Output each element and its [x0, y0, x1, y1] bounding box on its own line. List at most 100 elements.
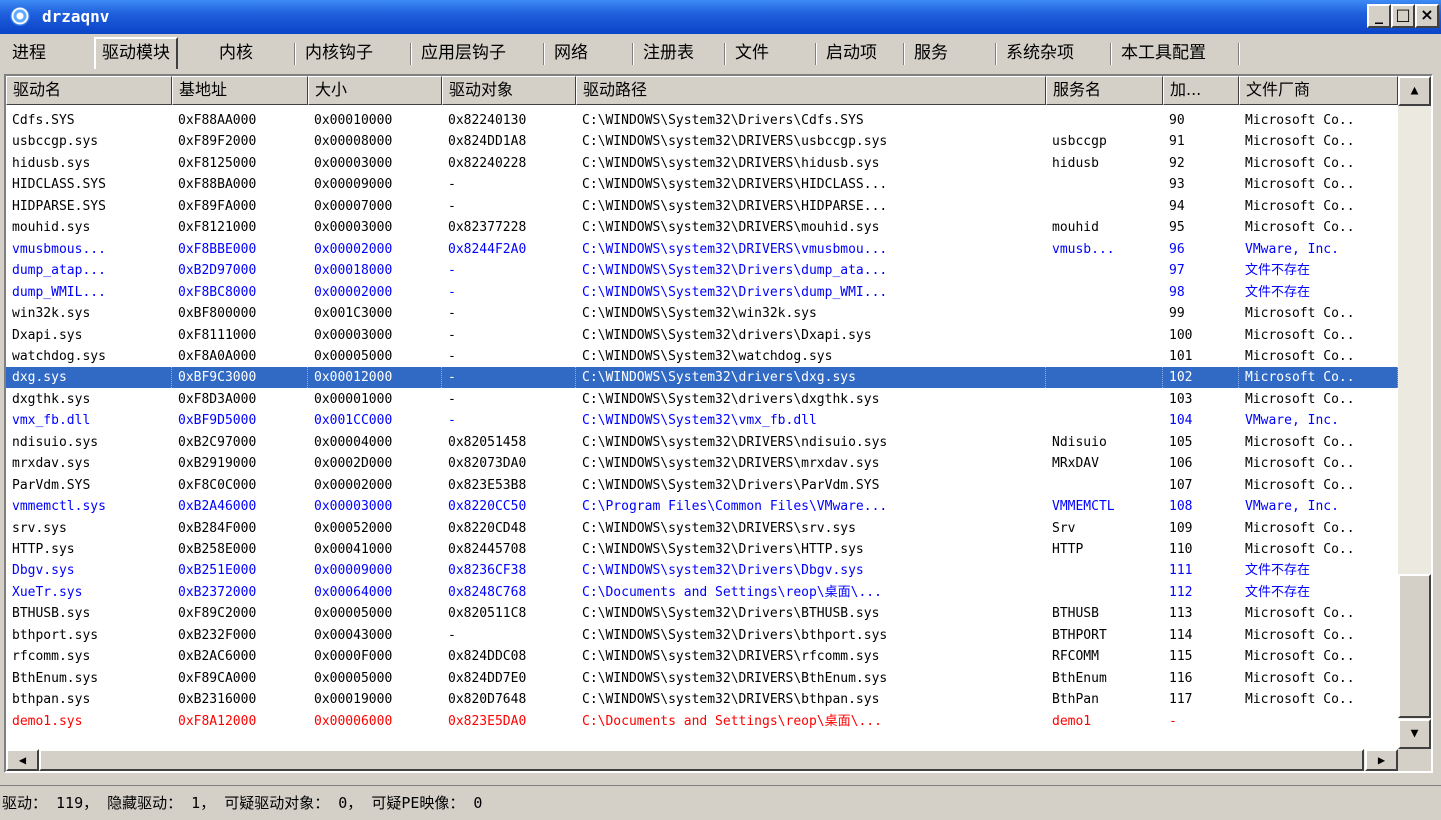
cell-service-name: RFCOMM [1052, 649, 1099, 665]
scroll-right-button[interactable]: ▶ [1365, 749, 1398, 771]
tab-processes[interactable]: 进程 [12, 41, 46, 68]
cell-size: 0x00019000 [314, 692, 393, 708]
table-row[interactable]: srv.sys 0xB284F000 0x00052000 0x8220CD48 C:\… [6, 518, 1398, 539]
cell-driver-name: Cdfs.SYS [12, 113, 75, 128]
cell-load-order: 105 [1169, 434, 1193, 450]
table-row[interactable]: watchdog.sys 0xF8A0A000 0x00005000 - C:\WIND… [6, 346, 1398, 367]
table-row[interactable]: vmmemctl.sys 0xB2A46000 0x00003000 0x8220CC… [6, 496, 1398, 517]
table-row[interactable]: dxgthk.sys 0xF8D3A000 0x00001000 - C:\WINDOW… [6, 389, 1398, 410]
scroll-left-button[interactable]: ◀ [6, 749, 39, 771]
cell-file-vendor: Microsoft Co.. [1245, 670, 1355, 686]
column-header-driver-name[interactable]: 驱动名 [6, 76, 172, 105]
cell-size: 0x00052000 [314, 520, 393, 536]
table-row[interactable]: vmusbmous... 0xF8BBE000 0x00002000 0x8244F2… [6, 239, 1398, 260]
table-row[interactable]: ParVdm.SYS 0xF8C0C000 0x00002000 0x823E53B8… [6, 475, 1398, 496]
tab-kernel[interactable]: 内核 [219, 41, 253, 68]
cell-file-vendor: Microsoft Co.. [1245, 327, 1355, 343]
cell-base-address: 0xF8A12000 [178, 713, 257, 729]
table-row[interactable]: rfcomm.sys 0xB2AC6000 0x0000F000 0x824DDC08… [6, 646, 1398, 667]
cell-driver-object: - [448, 198, 456, 214]
column-header-file-vendor[interactable]: 文件厂商 [1239, 76, 1398, 105]
tab-tool-config[interactable]: 本工具配置 [1121, 41, 1206, 68]
status-bar: 驱动： 119， 隐藏驱动： 1， 可疑驱动对象： 0， 可疑PE映像： 0 [0, 785, 1441, 818]
minimize-button[interactable]: _ [1367, 4, 1391, 28]
cell-service-name [1046, 174, 1163, 195]
table-row[interactable]: bthport.sys 0xB232F000 0x00043000 - C:\WINDO… [6, 625, 1398, 646]
cell-service-name [1046, 110, 1163, 131]
table-row[interactable]: Dbgv.sys 0xB251E000 0x00009000 0x8236CF38 C:… [6, 560, 1398, 581]
cell-driver-path: C:\WINDOWS\System32\Drivers\HTTP.sys [582, 542, 864, 557]
table-row[interactable]: Dxapi.sys 0xF8111000 0x00003000 - C:\WINDOWS… [6, 325, 1398, 346]
cell-file-vendor: Microsoft Co.. [1245, 692, 1355, 708]
cell-size: 0x00002000 [314, 241, 393, 257]
table-row[interactable]: Cdfs.SYS 0xF88AA000 0x00010000 0x82240130 C:… [6, 110, 1398, 131]
table-row[interactable]: HIDPARSE.SYS 0xF89FA000 0x00007000 - C:\WIND… [6, 196, 1398, 217]
table-row[interactable]: BthEnum.sys 0xF89CA000 0x00005000 0x824DD7E… [6, 668, 1398, 689]
scroll-down-button[interactable]: ▼ [1398, 719, 1431, 749]
column-header-service-name[interactable]: 服务名 [1046, 76, 1163, 105]
table-row[interactable]: dxg.sys 0xBF9C3000 0x00012000- C:\WINDOWS\S… [6, 367, 1398, 389]
driver-list[interactable]: 驱动名 基地址 大小 驱动对象 驱动路径 服务名 加... 文件厂商 Cdfs.… [4, 74, 1433, 773]
tab-services[interactable]: 服务 [914, 41, 948, 68]
table-row[interactable]: hidusb.sys 0xF8125000 0x00003000 0x82240228… [6, 153, 1398, 174]
vertical-scroll-thumb[interactable] [1398, 574, 1431, 718]
column-header-driver-object[interactable]: 驱动对象 [442, 76, 576, 105]
table-row[interactable]: demo1.sys 0xF8A12000 0x00006000 0x823E5DA0 C… [6, 711, 1398, 732]
table-row[interactable]: BTHUSB.sys 0xF89C2000 0x00005000 0x820511C8… [6, 603, 1398, 624]
tab-separator [724, 43, 726, 65]
table-row[interactable]: win32k.sys 0xBF800000 0x001C3000 - C:\WINDOW… [6, 303, 1398, 324]
cell-service-name: BTHPORT [1052, 627, 1107, 643]
tab-separator [995, 43, 997, 65]
table-row[interactable]: HIDCLASS.SYS 0xF88BA000 0x00009000 - C:\WIND… [6, 174, 1398, 195]
cell-file-vendor: Microsoft Co.. [1245, 155, 1355, 171]
column-header-size[interactable]: 大小 [308, 76, 442, 105]
vertical-scrollbar[interactable]: ▲ ▼ [1398, 76, 1431, 749]
cell-driver-object: 0x8220CC50 [448, 499, 527, 515]
column-header-driver-path[interactable]: 驱动路径 [576, 76, 1046, 105]
tab-registry[interactable]: 注册表 [643, 41, 694, 68]
cell-driver-object: 0x82445708 [448, 542, 527, 557]
table-row[interactable]: mrxdav.sys 0xB2919000 0x0002D000 0x82073DA0… [6, 453, 1398, 474]
table-row[interactable]: ndisuio.sys 0xB2C97000 0x00004000 0x8205145… [6, 432, 1398, 453]
horizontal-scrollbar[interactable]: ◀ ▶ [6, 749, 1398, 771]
cell-file-vendor: 文件不存在 [1245, 584, 1311, 600]
column-header-base-address[interactable]: 基地址 [172, 76, 308, 105]
cell-service-name: mouhid [1052, 220, 1099, 236]
cell-driver-path: C:\WINDOWS\system32\DRIVERS\srv.sys [582, 520, 856, 536]
table-row[interactable]: vmx_fb.dll 0xBF9D5000 0x001CC000 - C:\WINDOW… [6, 410, 1398, 431]
tab-startup[interactable]: 启动项 [826, 41, 877, 68]
cell-driver-name: vmmemctl.sys [12, 499, 106, 515]
cell-driver-name: HTTP.sys [12, 542, 75, 557]
tab-files[interactable]: 文件 [735, 41, 769, 68]
table-row[interactable]: usbccgp.sys 0xF89F2000 0x00008000 0x824DD1A… [6, 131, 1398, 152]
cell-driver-name: win32k.sys [12, 306, 91, 322]
tab-app-hooks[interactable]: 应用层钩子 [421, 41, 506, 68]
column-header-load-order[interactable]: 加... [1163, 76, 1239, 105]
scroll-up-button[interactable]: ▲ [1398, 76, 1431, 106]
table-row[interactable]: mouhid.sys 0xF8121000 0x00003000 0x82377228… [6, 217, 1398, 238]
close-button[interactable]: × [1415, 4, 1439, 28]
main-window: drzaqnv _ □ × 进程 驱动模块 内核 内核钩子 应用层钩子 网络 注… [0, 0, 1441, 820]
title-bar[interactable]: drzaqnv _ □ × [0, 0, 1441, 34]
table-row[interactable]: dump_WMIL... 0xF8BC8000 0x00002000 - C:\WIND… [6, 282, 1398, 303]
table-row[interactable]: XueTr.sys 0xB2372000 0x00064000 0x8248C768 C… [6, 582, 1398, 603]
table-row[interactable]: HTTP.sys 0xB258E000 0x00041000 0x82445708 C:… [6, 539, 1398, 560]
cell-driver-path: C:\WINDOWS\System32\drivers\Dxapi.sys [582, 327, 872, 343]
table-row[interactable]: dump_atap... 0xB2D97000 0x00018000 - C:\WIND… [6, 260, 1398, 281]
tab-drivers[interactable]: 驱动模块 [94, 37, 178, 69]
cell-load-order: 107 [1169, 477, 1193, 493]
table-row[interactable]: bthpan.sys 0xB2316000 0x00019000 0x820D7648… [6, 689, 1398, 710]
cell-base-address: 0xBF9C3000 [172, 367, 308, 389]
cell-driver-name: vmusbmous... [12, 241, 106, 257]
tab-kernel-hooks[interactable]: 内核钩子 [305, 41, 373, 68]
cell-file-vendor: Microsoft Co.. [1245, 456, 1355, 472]
cell-load-order: 117 [1169, 692, 1193, 708]
maximize-button[interactable]: □ [1391, 4, 1415, 28]
tab-misc[interactable]: 系统杂项 [1006, 41, 1074, 68]
tab-network[interactable]: 网络 [554, 41, 588, 68]
tab-bar: 进程 驱动模块 内核 内核钩子 应用层钩子 网络 注册表 文件 启动项 服务 系… [0, 37, 1441, 69]
horizontal-scroll-thumb[interactable] [39, 749, 1364, 771]
cell-load-order: 92 [1169, 155, 1185, 171]
cell-service-name: BTHUSB [1052, 606, 1099, 622]
cell-service-name: HTTP [1052, 542, 1084, 557]
